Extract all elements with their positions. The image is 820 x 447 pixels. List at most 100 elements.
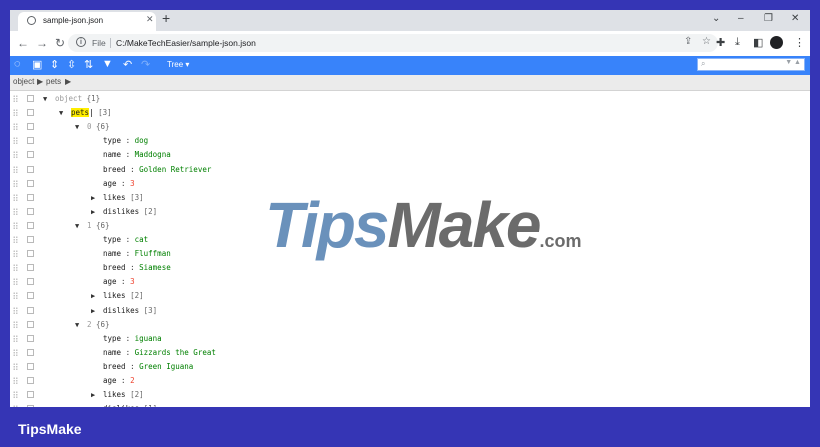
field-value[interactable]: Golden Retriever <box>139 165 211 174</box>
tree-row[interactable]: ▶dislikes [1] <box>10 402 810 407</box>
field-name[interactable]: pets <box>71 108 90 118</box>
context-menu-button[interactable] <box>27 207 34 215</box>
drag-handle-icon[interactable] <box>13 362 18 371</box>
context-menu-button[interactable] <box>27 236 34 243</box>
field-name[interactable]: type <box>103 334 121 343</box>
field-name[interactable]: likes <box>103 291 126 300</box>
tree-row[interactable]: ▼ pets| [3] <box>10 106 810 120</box>
array-index[interactable]: 1 <box>87 221 92 230</box>
collapse-toggle-icon[interactable]: ▼ <box>43 92 55 106</box>
context-menu-button[interactable] <box>27 165 34 173</box>
expand-all-icon[interactable]: ⇕ <box>50 58 59 71</box>
tree-row[interactable]: breed : Green Iguana <box>10 360 810 374</box>
more-menu-icon[interactable]: ⋮ <box>794 36 805 49</box>
drag-handle-icon[interactable] <box>13 292 18 301</box>
field-name[interactable]: likes <box>103 193 126 202</box>
context-menu-button[interactable] <box>27 109 34 117</box>
expand-toggle-icon[interactable]: ▶ <box>91 191 103 205</box>
forward-button[interactable]: → <box>36 36 48 50</box>
share-icon[interactable]: ⇪ <box>684 36 692 47</box>
drag-handle-icon[interactable] <box>13 391 18 400</box>
url-text[interactable]: C:/MakeTechEasier/sample-json.json <box>116 38 256 48</box>
tree-row[interactable]: ▶ dislikes [3] <box>10 304 810 318</box>
select-all-icon[interactable]: ◌ <box>14 58 21 70</box>
tree-row[interactable]: age : 3 <box>10 275 810 289</box>
drag-handle-icon[interactable] <box>13 405 18 407</box>
field-value[interactable]: iguana <box>135 334 162 343</box>
tree-row[interactable]: breed : Siamese <box>10 261 810 275</box>
context-menu-button[interactable] <box>27 391 34 399</box>
drag-handle-icon[interactable] <box>13 278 18 287</box>
undo-icon[interactable]: ↶ <box>123 58 132 71</box>
search-nav-arrows-icon[interactable]: ▼ ▲ <box>785 59 801 66</box>
field-value[interactable]: Fluffman <box>135 249 171 258</box>
expand-toggle-icon[interactable]: ▶ <box>91 304 103 318</box>
drag-handle-icon[interactable] <box>13 377 18 385</box>
field-value[interactable]: cat <box>135 235 149 244</box>
context-menu-button[interactable] <box>27 250 34 258</box>
collapse-all-icon[interactable]: ⇳ <box>67 58 76 71</box>
info-icon[interactable]: i <box>76 37 86 47</box>
drag-handle-icon[interactable] <box>13 165 18 174</box>
download-icon[interactable]: ⤓ <box>735 36 740 49</box>
context-menu-button[interactable] <box>27 193 34 201</box>
tree-row[interactable]: name : Maddogna <box>10 148 810 162</box>
field-name[interactable]: likes <box>103 390 126 399</box>
context-menu-button[interactable] <box>27 221 34 229</box>
context-menu-button[interactable] <box>27 264 34 272</box>
drag-handle-icon[interactable] <box>13 348 18 357</box>
field-value[interactable]: Siamese <box>139 263 171 272</box>
collapse-toggle-icon[interactable]: ▼ <box>75 318 87 332</box>
drag-handle-icon[interactable] <box>13 236 18 244</box>
tree-row[interactable]: age : 2 <box>10 374 810 388</box>
field-name[interactable]: dislikes <box>103 404 139 407</box>
back-button[interactable]: ← <box>17 36 29 50</box>
context-menu-button[interactable] <box>27 334 34 342</box>
drag-handle-icon[interactable] <box>13 193 18 202</box>
collapse-toggle-icon[interactable]: ▼ <box>75 120 87 134</box>
array-index[interactable]: 0 <box>87 122 92 131</box>
context-menu-button[interactable] <box>27 348 34 356</box>
field-name[interactable]: breed <box>103 165 126 174</box>
field-name[interactable]: name <box>103 249 121 258</box>
redo-icon[interactable]: ↷ <box>141 58 150 71</box>
field-value[interactable]: Green Iguana <box>139 362 193 371</box>
drag-handle-icon[interactable] <box>13 221 18 230</box>
drag-handle-icon[interactable] <box>13 334 18 343</box>
array-index[interactable]: 2 <box>87 320 92 329</box>
collapse-toggle-icon[interactable]: ▼ <box>75 219 87 233</box>
side-panel-icon[interactable]: ◧ <box>753 36 763 49</box>
context-menu-button[interactable] <box>27 123 34 131</box>
search-input[interactable]: ⌕ ▼ ▲ <box>697 58 805 71</box>
sort-icon[interactable]: ⇅ <box>84 58 93 71</box>
mode-dropdown[interactable]: Tree ▾ <box>167 60 189 69</box>
drag-handle-icon[interactable] <box>13 95 18 103</box>
expand-toggle-icon[interactable]: ▶ <box>91 402 103 407</box>
save-icon[interactable]: ▣ <box>32 58 42 71</box>
field-name[interactable]: age <box>103 179 117 188</box>
field-value[interactable]: dog <box>135 136 149 145</box>
tree-row[interactable]: ▼ object {1} <box>10 92 810 106</box>
field-name[interactable]: breed <box>103 362 126 371</box>
context-menu-button[interactable] <box>27 292 34 300</box>
tree-row[interactable]: ▼ 2 {6} <box>10 318 810 332</box>
field-value[interactable]: Maddogna <box>135 150 171 159</box>
tab-sample-json[interactable]: sample-json.json ✕ <box>18 12 156 31</box>
tree-row[interactable]: breed : Golden Retriever <box>10 163 810 177</box>
context-menu-button[interactable] <box>27 179 34 187</box>
drag-handle-icon[interactable] <box>13 306 18 315</box>
context-menu-button[interactable] <box>27 362 34 370</box>
field-name[interactable]: age <box>103 277 117 286</box>
tree-row[interactable]: type : iguana <box>10 332 810 346</box>
expand-toggle-icon[interactable]: ▶ <box>91 205 103 219</box>
drag-handle-icon[interactable] <box>13 151 18 160</box>
field-name[interactable]: dislikes <box>103 207 139 216</box>
tree-row[interactable]: name : Gizzards the Great <box>10 346 810 360</box>
context-menu-button[interactable] <box>27 151 34 159</box>
field-name[interactable]: age <box>103 376 117 385</box>
field-name[interactable]: name <box>103 348 121 357</box>
drag-handle-icon[interactable] <box>13 109 18 118</box>
field-name[interactable]: dislikes <box>103 306 139 315</box>
breadcrumb-item-pets[interactable]: pets <box>46 77 61 86</box>
drag-handle-icon[interactable] <box>13 123 18 132</box>
